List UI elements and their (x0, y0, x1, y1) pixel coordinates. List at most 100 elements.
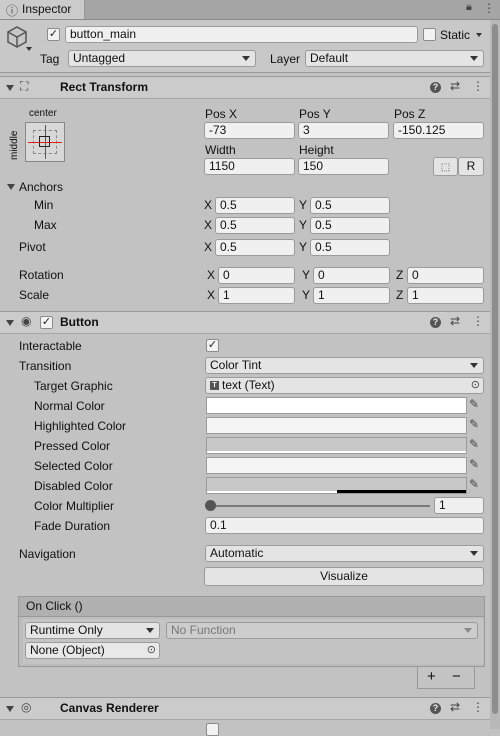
min-x-field[interactable]: 0.5 (215, 197, 295, 214)
add-icon[interactable]: + (427, 668, 436, 685)
fade-duration-label: Fade Duration (34, 519, 111, 533)
fade-duration-field[interactable]: 0.1 (205, 517, 484, 534)
posy-label: Pos Y (299, 107, 331, 121)
posx-field[interactable]: -73 (204, 122, 295, 139)
foldout-arrow-icon[interactable] (6, 85, 14, 91)
scale-label: Scale (19, 288, 50, 302)
max-y-field[interactable]: 0.5 (310, 217, 390, 234)
help-icon[interactable]: ? (430, 317, 441, 328)
multiplier-slider-track[interactable] (210, 505, 430, 507)
rot-y-label: Y (302, 268, 311, 282)
canvas-renderer-header[interactable]: ◎ Canvas Renderer ? ⇄ ⋮ (0, 697, 490, 720)
interactable-checkbox[interactable]: ✓ (206, 339, 219, 352)
anchor-h-label: center (29, 108, 57, 119)
posx-label: Pos X (205, 107, 238, 121)
icon-dropdown-icon[interactable] (26, 47, 32, 51)
name-field[interactable]: button_main (65, 26, 418, 43)
pressed-color-field[interactable] (206, 437, 467, 454)
object-picker-icon[interactable]: ⊙ (471, 378, 480, 393)
max-y-label: Y (299, 218, 308, 232)
help-icon[interactable]: ? (430, 703, 441, 714)
layer-dropdown[interactable]: Default (305, 50, 484, 67)
scale-z-field[interactable]: 1 (407, 287, 484, 304)
pivot-y-field[interactable]: 0.5 (310, 239, 390, 256)
scale-z-label: Z (396, 288, 404, 302)
anchor-preset-button[interactable] (25, 122, 65, 162)
min-label: Min (34, 198, 54, 212)
disabled-color-label: Disabled Color (34, 479, 113, 493)
tab-menu-icon[interactable]: ⋮ (483, 1, 495, 15)
object-picker-icon[interactable]: ⊙ (147, 643, 156, 658)
posz-field[interactable]: -150.125 (393, 122, 484, 139)
pivot-x-field[interactable]: 0.5 (215, 239, 295, 256)
target-graphic-field[interactable]: T text (Text) ⊙ (205, 377, 484, 394)
foldout-arrow-icon[interactable] (6, 706, 14, 712)
chevron-down-icon (146, 628, 154, 633)
eyedropper-icon[interactable]: ✎ (469, 457, 479, 471)
transition-dropdown[interactable]: Color Tint (205, 357, 484, 374)
static-dropdown-icon[interactable] (476, 33, 482, 37)
object-field[interactable]: None (Object) ⊙ (25, 642, 160, 659)
highlighted-color-field[interactable] (206, 417, 467, 434)
presets-icon[interactable]: ⇄ (450, 700, 460, 714)
canvas-renderer-icon: ◎ (21, 700, 32, 714)
static-checkbox[interactable] (423, 28, 436, 41)
component-menu-icon[interactable]: ⋮ (472, 314, 484, 328)
tag-dropdown[interactable]: Untagged (68, 50, 256, 67)
rot-z-field[interactable]: 0 (407, 267, 484, 284)
rect-transform-icon: ⛶ (20, 79, 29, 93)
navigation-dropdown[interactable]: Automatic (205, 545, 484, 562)
eyedropper-icon[interactable]: ✎ (469, 397, 479, 411)
pivot-label: Pivot (19, 240, 46, 254)
scale-y-field[interactable]: 1 (313, 287, 390, 304)
anchors-label[interactable]: Anchors (19, 180, 63, 194)
height-field[interactable]: 150 (298, 158, 389, 175)
eyedropper-icon[interactable]: ✎ (469, 437, 479, 451)
foldout-arrow-icon[interactable] (6, 320, 14, 326)
multiplier-slider-handle[interactable] (205, 500, 216, 511)
rot-y-field[interactable]: 0 (313, 267, 390, 284)
rect-transform-header[interactable]: ⛶ Rect Transform ? ⇄ ⋮ (0, 76, 490, 99)
help-icon[interactable]: ? (430, 82, 441, 93)
lock-icon[interactable]: 🔒︎ (466, 1, 472, 14)
disabled-color-field[interactable] (206, 477, 467, 494)
max-x-label: X (204, 218, 213, 232)
presets-icon[interactable]: ⇄ (450, 314, 460, 328)
function-dropdown[interactable]: No Function (166, 622, 478, 639)
active-checkbox[interactable]: ✓ (47, 28, 60, 41)
eyedropper-icon[interactable]: ✎ (469, 417, 479, 431)
canvas-renderer-title: Canvas Renderer (60, 701, 159, 715)
normal-color-field[interactable] (206, 397, 467, 414)
blueprint-mode-button[interactable]: ⬚ (433, 157, 458, 176)
cull-checkbox[interactable] (206, 723, 219, 736)
alpha-bar-dark (337, 490, 466, 493)
rot-x-field[interactable]: 0 (218, 267, 295, 284)
presets-icon[interactable]: ⇄ (450, 79, 460, 93)
component-menu-icon[interactable]: ⋮ (472, 700, 484, 714)
posy-field[interactable]: 3 (298, 122, 389, 139)
raw-edit-button[interactable]: R (458, 157, 484, 176)
onclick-label: On Click () (26, 599, 83, 613)
scale-x-field[interactable]: 1 (218, 287, 295, 304)
button-enabled-checkbox[interactable]: ✓ (40, 316, 53, 329)
max-label: Max (34, 218, 57, 232)
rotation-label: Rotation (19, 268, 64, 282)
chevron-down-icon (470, 56, 478, 61)
color-multiplier-label: Color Multiplier (34, 499, 115, 513)
component-menu-icon[interactable]: ⋮ (472, 79, 484, 93)
inspector-tab[interactable]: ⓘ Inspector (0, 0, 85, 19)
remove-icon[interactable]: − (452, 668, 461, 685)
min-y-field[interactable]: 0.5 (310, 197, 390, 214)
button-component-header[interactable]: ◉ ✓ Button ? ⇄ ⋮ (0, 311, 490, 334)
scrollbar-thumb[interactable] (492, 24, 498, 714)
runtime-dropdown[interactable]: Runtime Only (25, 622, 160, 639)
multiplier-field[interactable]: 1 (434, 497, 484, 514)
eyedropper-icon[interactable]: ✎ (469, 477, 479, 491)
max-x-field[interactable]: 0.5 (215, 217, 295, 234)
selected-color-field[interactable] (206, 457, 467, 474)
anchors-foldout-icon[interactable] (7, 184, 15, 190)
width-field[interactable]: 1150 (204, 158, 295, 175)
rot-x-label: X (207, 268, 216, 282)
visualize-button[interactable]: Visualize (204, 567, 484, 586)
chevron-down-icon (464, 628, 472, 633)
